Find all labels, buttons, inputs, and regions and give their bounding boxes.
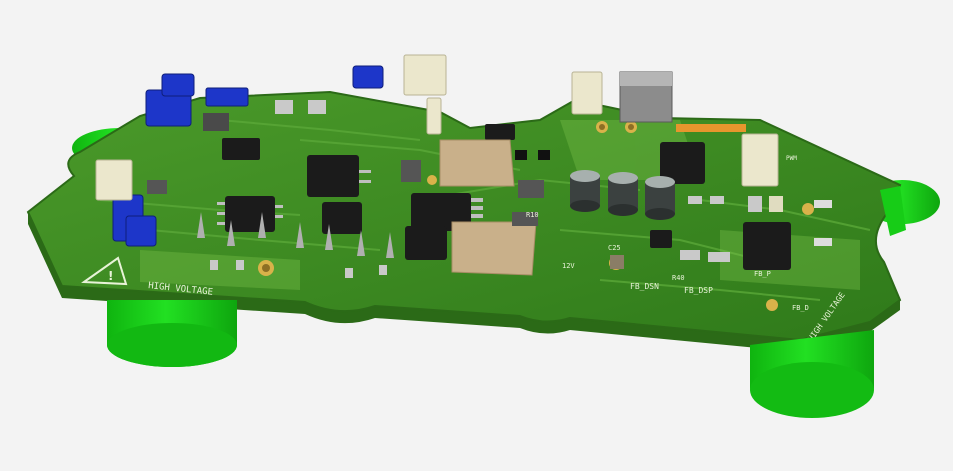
svg-text:!: ! — [108, 269, 113, 283]
ic-chip — [225, 196, 275, 232]
silk-label-r40: R40 — [672, 274, 685, 282]
ic-chip — [307, 155, 359, 197]
silk-label-fb-d: FB_D — [792, 304, 809, 312]
silk-label-fb-dsp: FB_DSP — [684, 286, 713, 295]
ic-chip — [222, 138, 260, 160]
ic-chip — [322, 202, 362, 234]
silk-label-r10: R10 — [526, 211, 539, 219]
silk-label-12v: 12V — [562, 262, 575, 270]
pcb-3d-render: ! HIGH VOLTAGE HIGH VOLTAGE FB_DSN FB_DS… — [0, 0, 953, 471]
ic-chip — [743, 222, 791, 270]
silk-label-c25: C25 — [608, 244, 621, 252]
ic-chip — [405, 226, 447, 260]
silk-label-fb-p: FB_P — [754, 270, 771, 278]
ic-chip — [485, 124, 515, 140]
orange-connector — [676, 124, 746, 132]
silk-label-pwm: PWM — [786, 155, 797, 162]
ic-chip — [650, 230, 672, 248]
gray-module — [619, 71, 673, 123]
silk-label-fb-dsn: FB_DSN — [630, 282, 659, 291]
